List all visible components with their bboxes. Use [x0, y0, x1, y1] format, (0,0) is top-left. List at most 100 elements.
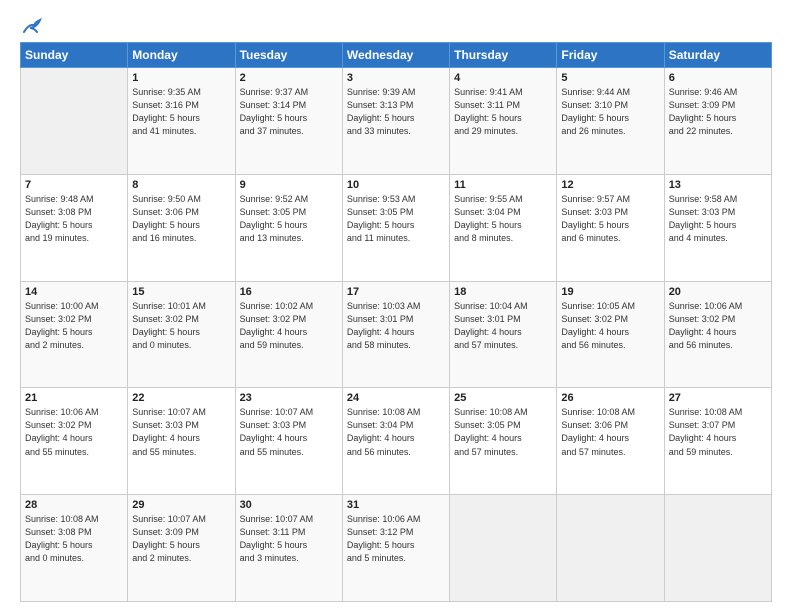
day-info: Sunrise: 10:07 AM Sunset: 3:09 PM Daylig…	[132, 513, 230, 565]
page: SundayMondayTuesdayWednesdayThursdayFrid…	[0, 0, 792, 612]
day-number: 28	[25, 499, 123, 511]
week-row-4: 21 Sunrise: 10:06 AM Sunset: 3:02 PM Dayl…	[21, 388, 772, 495]
day-number: 1	[132, 72, 230, 84]
logo-text	[20, 18, 44, 36]
day-cell: 10Sunrise: 9:53 AM Sunset: 3:05 PM Dayli…	[342, 174, 449, 281]
day-info: Sunrise: 9:57 AM Sunset: 3:03 PM Dayligh…	[561, 193, 659, 245]
day-info: Sunrise: 10:08 AM Sunset: 3:06 PM Daylig…	[561, 406, 659, 458]
day-info: Sunrise: 10:06 AM Sunset: 3:02 PM Daylig…	[669, 300, 767, 352]
logo	[20, 18, 44, 36]
day-number: 18	[454, 286, 552, 298]
day-number: 7	[25, 179, 123, 191]
weekday-wednesday: Wednesday	[342, 43, 449, 68]
week-row-5: 28 Sunrise: 10:08 AM Sunset: 3:08 PM Dayl…	[21, 495, 772, 602]
day-info: Sunrise: 9:58 AM Sunset: 3:03 PM Dayligh…	[669, 193, 767, 245]
day-cell: 29 Sunrise: 10:07 AM Sunset: 3:09 PM Dayl…	[128, 495, 235, 602]
day-cell: 8Sunrise: 9:50 AM Sunset: 3:06 PM Daylig…	[128, 174, 235, 281]
day-number: 23	[240, 392, 338, 404]
day-number: 25	[454, 392, 552, 404]
day-cell: 5 Sunrise: 9:44 AM Sunset: 3:10 PM Daylig…	[557, 68, 664, 175]
day-info: Sunrise: 9:39 AM Sunset: 3:13 PM Dayligh…	[347, 86, 445, 138]
day-number: 17	[347, 286, 445, 298]
day-number: 10	[347, 179, 445, 191]
day-cell: 19 Sunrise: 10:05 AM Sunset: 3:02 PM Dayl…	[557, 281, 664, 388]
day-number: 5	[561, 72, 659, 84]
day-cell	[664, 495, 771, 602]
day-info: Sunrise: 10:06 AM Sunset: 3:12 PM Daylig…	[347, 513, 445, 565]
day-info: Sunrise: 10:00 AM Sunset: 3:02 PM Daylig…	[25, 300, 123, 352]
day-info: Sunrise: 9:48 AM Sunset: 3:08 PM Dayligh…	[25, 193, 123, 245]
day-cell: 1 Sunrise: 9:35 AM Sunset: 3:16 PM Daylig…	[128, 68, 235, 175]
day-info: Sunrise: 9:55 AM Sunset: 3:04 PM Dayligh…	[454, 193, 552, 245]
day-number: 3	[347, 72, 445, 84]
day-number: 30	[240, 499, 338, 511]
day-cell: 4Sunrise: 9:41 AM Sunset: 3:11 PM Daylig…	[450, 68, 557, 175]
day-info: Sunrise: 9:44 AM Sunset: 3:10 PM Dayligh…	[561, 86, 659, 138]
day-info: Sunrise: 10:08 AM Sunset: 3:05 PM Daylig…	[454, 406, 552, 458]
day-number: 21	[25, 392, 123, 404]
day-cell	[450, 495, 557, 602]
weekday-tuesday: Tuesday	[235, 43, 342, 68]
day-number: 9	[240, 179, 338, 191]
day-info: Sunrise: 10:02 AM Sunset: 3:02 PM Daylig…	[240, 300, 338, 352]
day-info: Sunrise: 10:01 AM Sunset: 3:02 PM Daylig…	[132, 300, 230, 352]
day-number: 12	[561, 179, 659, 191]
day-number: 29	[132, 499, 230, 511]
day-cell: 26Sunrise: 10:08 AM Sunset: 3:06 PM Dayl…	[557, 388, 664, 495]
day-cell: 23 Sunrise: 10:07 AM Sunset: 3:03 PM Dayl…	[235, 388, 342, 495]
weekday-saturday: Saturday	[664, 43, 771, 68]
day-number: 31	[347, 499, 445, 511]
day-cell: 28 Sunrise: 10:08 AM Sunset: 3:08 PM Dayl…	[21, 495, 128, 602]
day-info: Sunrise: 9:46 AM Sunset: 3:09 PM Dayligh…	[669, 86, 767, 138]
day-cell: 15Sunrise: 10:01 AM Sunset: 3:02 PM Dayl…	[128, 281, 235, 388]
day-cell: 3 Sunrise: 9:39 AM Sunset: 3:13 PM Daylig…	[342, 68, 449, 175]
day-info: Sunrise: 10:06 AM Sunset: 3:02 PM Daylig…	[25, 406, 123, 458]
day-cell: 13 Sunrise: 9:58 AM Sunset: 3:03 PM Dayli…	[664, 174, 771, 281]
day-cell: 18 Sunrise: 10:04 AM Sunset: 3:01 PM Dayl…	[450, 281, 557, 388]
calendar: SundayMondayTuesdayWednesdayThursdayFrid…	[20, 42, 772, 602]
day-info: Sunrise: 9:50 AM Sunset: 3:06 PM Dayligh…	[132, 193, 230, 245]
day-info: Sunrise: 10:03 AM Sunset: 3:01 PM Daylig…	[347, 300, 445, 352]
day-info: Sunrise: 9:41 AM Sunset: 3:11 PM Dayligh…	[454, 86, 552, 138]
day-cell: 17 Sunrise: 10:03 AM Sunset: 3:01 PM Dayl…	[342, 281, 449, 388]
day-number: 14	[25, 286, 123, 298]
day-cell: 9 Sunrise: 9:52 AM Sunset: 3:05 PM Daylig…	[235, 174, 342, 281]
day-info: Sunrise: 10:08 AM Sunset: 3:04 PM Daylig…	[347, 406, 445, 458]
day-cell: 11 Sunrise: 9:55 AM Sunset: 3:04 PM Dayli…	[450, 174, 557, 281]
day-number: 2	[240, 72, 338, 84]
day-cell: 22 Sunrise: 10:07 AM Sunset: 3:03 PM Dayl…	[128, 388, 235, 495]
day-cell: 30Sunrise: 10:07 AM Sunset: 3:11 PM Dayl…	[235, 495, 342, 602]
weekday-header-row: SundayMondayTuesdayWednesdayThursdayFrid…	[21, 43, 772, 68]
day-cell: 2Sunrise: 9:37 AM Sunset: 3:14 PM Daylig…	[235, 68, 342, 175]
weekday-sunday: Sunday	[21, 43, 128, 68]
day-info: Sunrise: 10:05 AM Sunset: 3:02 PM Daylig…	[561, 300, 659, 352]
day-cell	[557, 495, 664, 602]
weekday-monday: Monday	[128, 43, 235, 68]
day-cell: 24 Sunrise: 10:08 AM Sunset: 3:04 PM Dayl…	[342, 388, 449, 495]
day-info: Sunrise: 10:07 AM Sunset: 3:03 PM Daylig…	[132, 406, 230, 458]
day-info: Sunrise: 10:08 AM Sunset: 3:08 PM Daylig…	[25, 513, 123, 565]
weekday-friday: Friday	[557, 43, 664, 68]
day-number: 27	[669, 392, 767, 404]
day-cell: 6Sunrise: 9:46 AM Sunset: 3:09 PM Daylig…	[664, 68, 771, 175]
day-cell: 27 Sunrise: 10:08 AM Sunset: 3:07 PM Dayl…	[664, 388, 771, 495]
logo-bird-icon	[22, 18, 44, 36]
day-number: 11	[454, 179, 552, 191]
day-info: Sunrise: 10:04 AM Sunset: 3:01 PM Daylig…	[454, 300, 552, 352]
day-number: 19	[561, 286, 659, 298]
day-number: 20	[669, 286, 767, 298]
header	[20, 18, 772, 36]
day-cell: 21 Sunrise: 10:06 AM Sunset: 3:02 PM Dayl…	[21, 388, 128, 495]
day-info: Sunrise: 10:07 AM Sunset: 3:03 PM Daylig…	[240, 406, 338, 458]
day-number: 24	[347, 392, 445, 404]
day-cell: 14 Sunrise: 10:00 AM Sunset: 3:02 PM Dayl…	[21, 281, 128, 388]
week-row-1: 1 Sunrise: 9:35 AM Sunset: 3:16 PM Daylig…	[21, 68, 772, 175]
day-number: 22	[132, 392, 230, 404]
week-row-2: 7 Sunrise: 9:48 AM Sunset: 3:08 PM Daylig…	[21, 174, 772, 281]
day-info: Sunrise: 9:52 AM Sunset: 3:05 PM Dayligh…	[240, 193, 338, 245]
day-cell	[21, 68, 128, 175]
day-info: Sunrise: 10:08 AM Sunset: 3:07 PM Daylig…	[669, 406, 767, 458]
day-info: Sunrise: 9:35 AM Sunset: 3:16 PM Dayligh…	[132, 86, 230, 138]
day-number: 13	[669, 179, 767, 191]
day-cell: 20 Sunrise: 10:06 AM Sunset: 3:02 PM Dayl…	[664, 281, 771, 388]
